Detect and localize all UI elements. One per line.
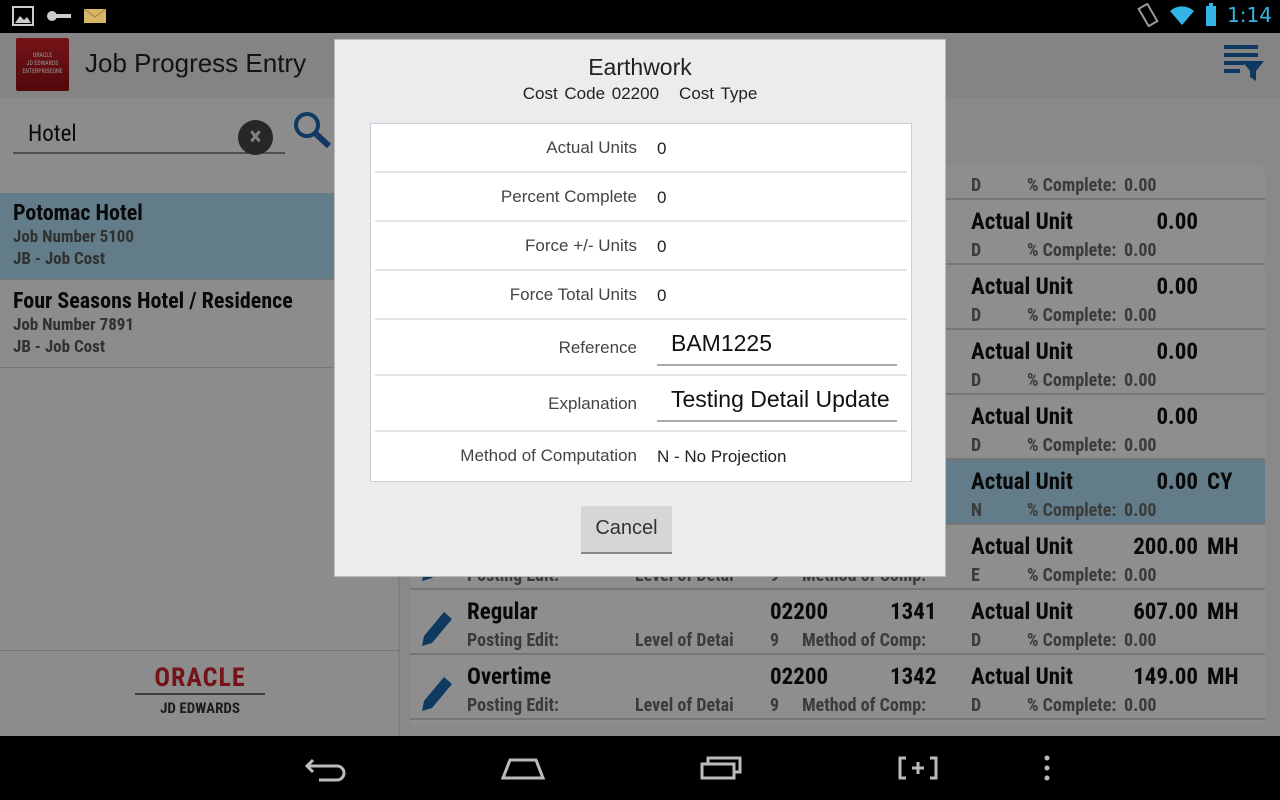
method-of-computation-select[interactable]: N - No Projection [657, 447, 786, 467]
key-icon [47, 11, 71, 21]
explanation-row: Explanation Testing Detail Update [375, 376, 907, 432]
percent-complete-row: Percent Complete 0 [375, 173, 907, 222]
actual-units-row: Actual Units 0 [375, 124, 907, 173]
clock: 1:14 [1227, 3, 1272, 27]
field-label: Force +/- Units [525, 236, 637, 255]
force-units-row: Force +/- Units 0 [375, 222, 907, 271]
field-label: Percent Complete [500, 187, 637, 206]
field-label: Explanation [548, 394, 637, 413]
vibrate-icon [1137, 3, 1159, 27]
field-label: Force Total Units [509, 285, 637, 304]
method-row: Method of Computation N - No Projection [375, 432, 907, 481]
back-icon[interactable] [305, 754, 347, 782]
reference-input[interactable]: BAM1225 [657, 330, 897, 366]
dialog-title: Earthwork [588, 54, 692, 80]
dialog-subtitle: Cost Code 02200 Cost Type [335, 84, 945, 104]
progress-entry-dialog: Earthwork Cost Code 02200 Cost Type Actua… [334, 39, 946, 577]
cost-code: Cost Code 02200 [522, 84, 660, 103]
field-label: Actual Units [546, 138, 637, 157]
actual-units-field[interactable]: 0 [657, 139, 666, 159]
field-label: Method of Computation [460, 446, 637, 465]
percent-complete-field[interactable]: 0 [657, 188, 666, 208]
battery-icon [1206, 3, 1217, 26]
reference-row: Reference BAM1225 [375, 320, 907, 376]
force-total-units-field[interactable]: 0 [657, 286, 666, 306]
picture-icon [12, 6, 34, 26]
recent-apps-icon[interactable] [700, 754, 742, 782]
force-total-units-row: Force Total Units 0 [375, 271, 907, 320]
explanation-input[interactable]: Testing Detail Update [657, 386, 897, 422]
navigation-bar [0, 736, 1280, 800]
status-bar: 1:14 [0, 0, 1280, 33]
wifi-icon [1170, 6, 1195, 25]
entry-form: Actual Units 0 Percent Complete 0 Force +/… [370, 123, 912, 482]
mail-icon [84, 9, 106, 23]
overflow-menu-icon[interactable] [1040, 754, 1054, 782]
field-label: Reference [558, 338, 637, 357]
cost-type: Cost Type [679, 84, 758, 103]
force-units-field[interactable]: 0 [657, 237, 666, 257]
screenshot-icon[interactable] [898, 754, 940, 782]
home-icon[interactable] [500, 754, 546, 782]
cancel-button[interactable]: Cancel [581, 506, 672, 554]
